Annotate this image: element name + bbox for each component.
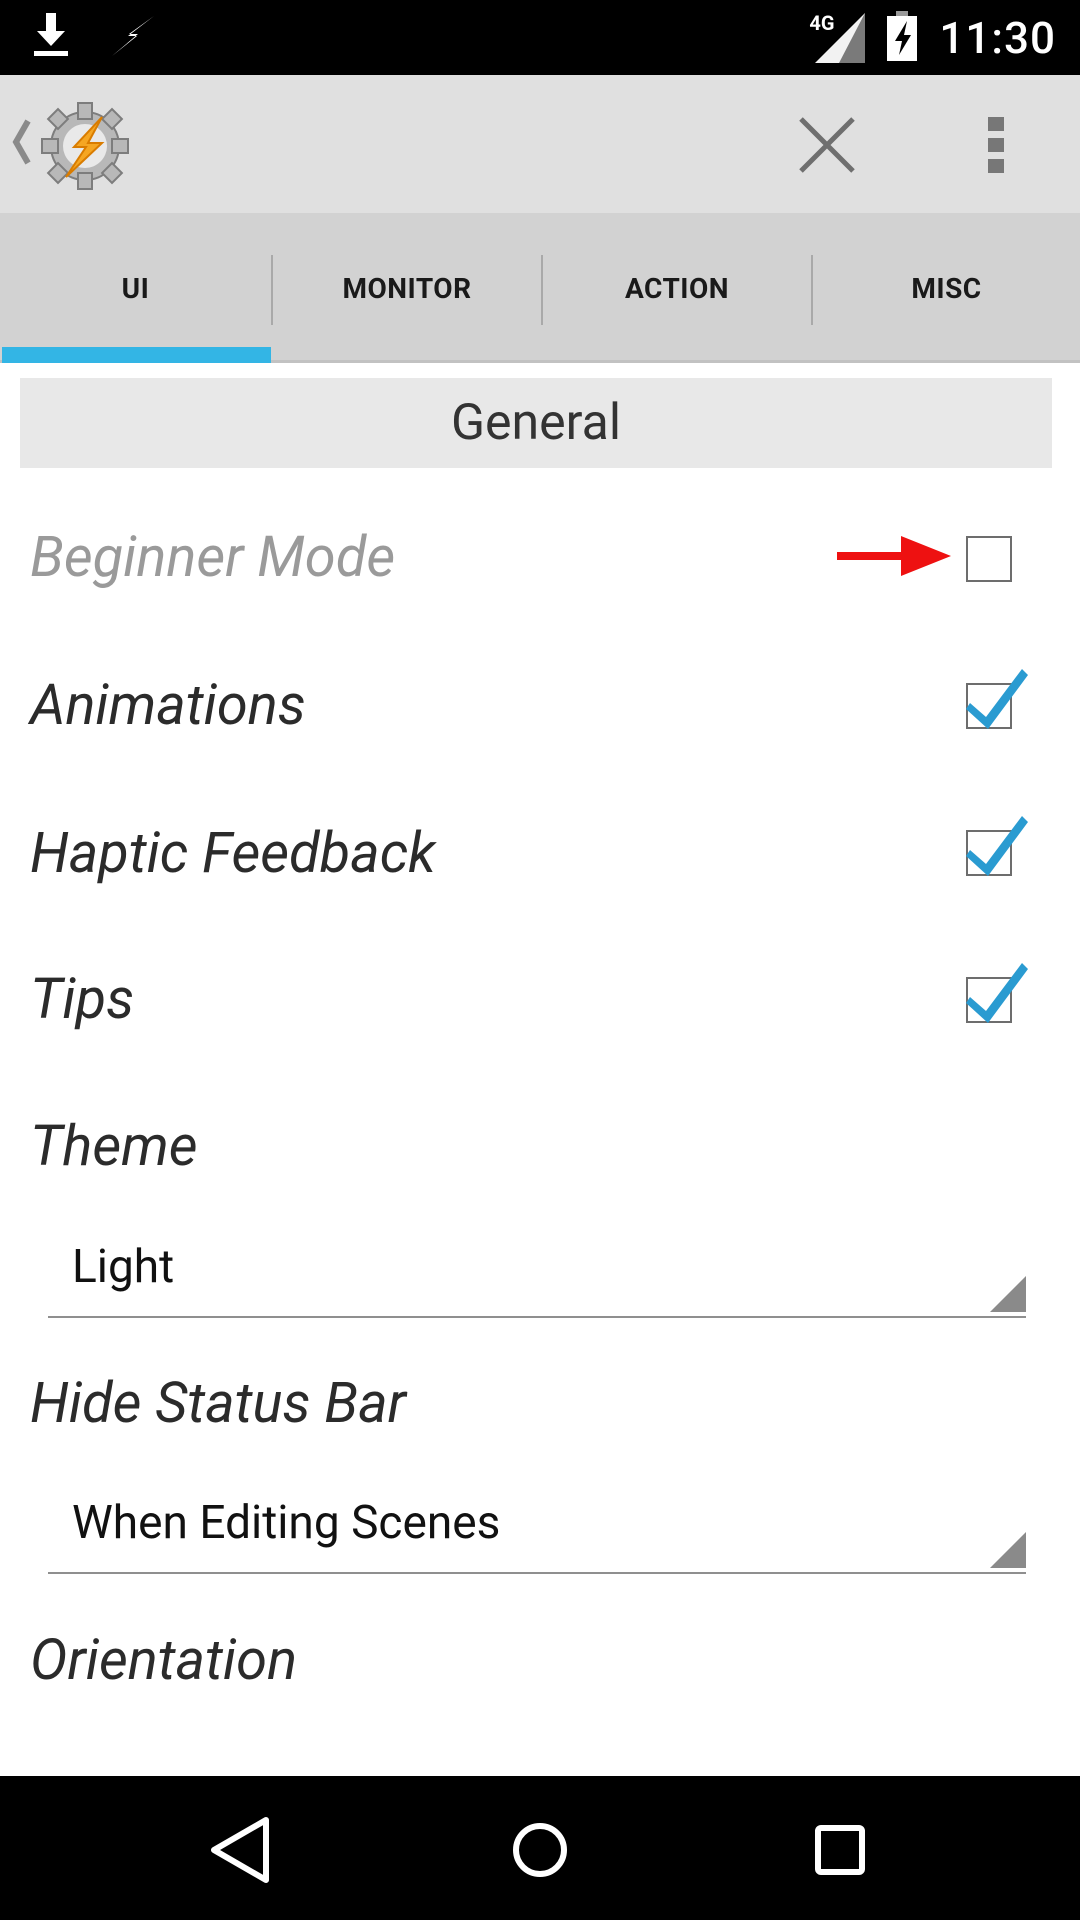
hide-status-bar-dropdown[interactable]: When Editing Scenes xyxy=(48,1488,1026,1574)
checkmark-icon xyxy=(966,669,1028,729)
status-time: 11:30 xyxy=(939,12,1056,64)
beginner-mode-checkbox[interactable] xyxy=(966,536,1012,582)
lightning-icon xyxy=(110,16,156,60)
hide-status-bar-label: Hide Status Bar xyxy=(30,1370,407,1436)
theme-label: Theme xyxy=(30,1113,198,1179)
signal-4g-icon: 4G xyxy=(809,11,866,63)
dropdown-corner-icon xyxy=(990,1532,1026,1572)
app-logo-icon[interactable] xyxy=(40,101,130,195)
haptic-feedback-checkbox[interactable] xyxy=(966,816,1028,876)
back-chevron-icon[interactable] xyxy=(10,117,32,171)
orientation-label: Orientation xyxy=(30,1627,298,1693)
tab-monitor[interactable]: MONITOR xyxy=(273,213,541,363)
home-nav-button[interactable] xyxy=(500,1810,580,1890)
action-bar xyxy=(0,75,1080,213)
status-bar: 4G 11:30 xyxy=(0,0,1080,75)
close-button[interactable] xyxy=(795,113,859,177)
navigation-bar xyxy=(0,1776,1080,1920)
section-header-general: General xyxy=(20,378,1052,468)
animations-checkbox[interactable] xyxy=(966,669,1028,729)
back-nav-button[interactable] xyxy=(200,1810,280,1890)
tab-misc[interactable]: MISC xyxy=(813,213,1080,363)
tips-label: Tips xyxy=(30,966,135,1032)
checkmark-icon xyxy=(966,963,1028,1023)
recents-nav-button[interactable] xyxy=(800,1810,880,1890)
overflow-menu-button[interactable] xyxy=(976,113,1016,177)
tab-bar: UI MONITOR ACTION MISC xyxy=(0,213,1080,363)
tab-action[interactable]: ACTION xyxy=(543,213,811,363)
haptic-feedback-label: Haptic Feedback xyxy=(30,820,436,886)
theme-dropdown[interactable]: Light xyxy=(48,1232,1026,1318)
tips-checkbox[interactable] xyxy=(966,963,1028,1023)
animations-label: Animations xyxy=(30,672,306,738)
checkmark-icon xyxy=(966,816,1028,876)
theme-dropdown-value: Light xyxy=(72,1240,175,1294)
tab-selected-indicator xyxy=(2,347,271,363)
tab-ui[interactable]: UI xyxy=(0,213,271,363)
hide-status-bar-dropdown-value: When Editing Scenes xyxy=(72,1496,501,1550)
red-arrow-annotation-icon xyxy=(835,534,953,582)
download-icon xyxy=(32,13,70,63)
beginner-mode-label: Beginner Mode xyxy=(30,524,396,590)
battery-charging-icon xyxy=(887,11,918,65)
dropdown-corner-icon xyxy=(990,1276,1026,1316)
